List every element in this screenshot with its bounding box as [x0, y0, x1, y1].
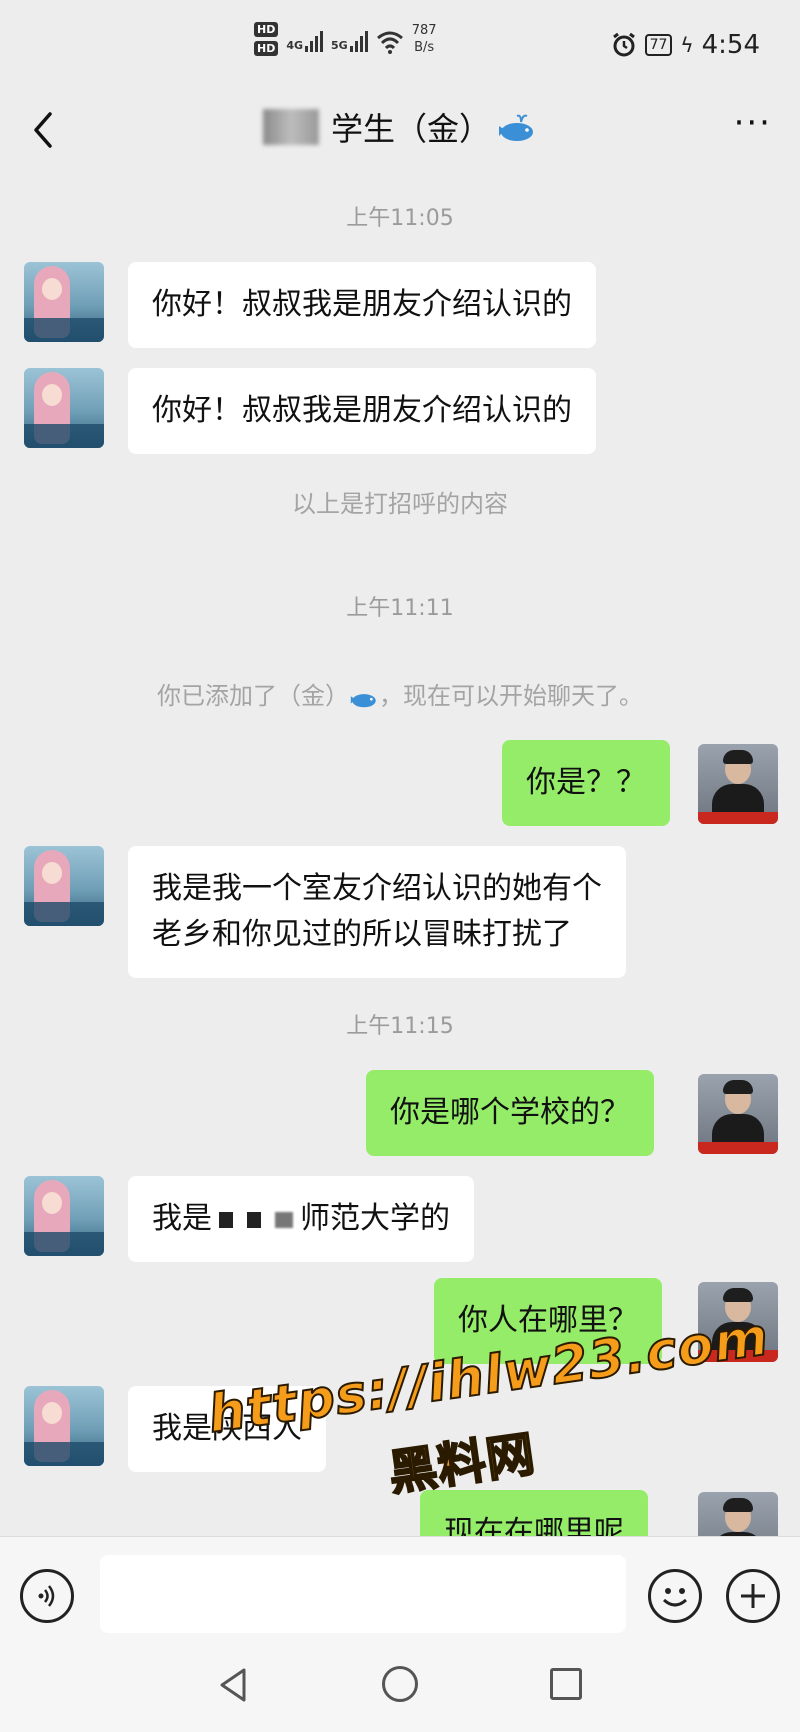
- plus-icon[interactable]: [726, 1569, 780, 1623]
- contact-avatar[interactable]: [24, 1176, 104, 1256]
- chat-title: 学生（金）: [0, 104, 800, 150]
- alarm-icon: [612, 32, 635, 57]
- charging-icon: ϟ: [680, 33, 694, 57]
- message-line: 老乡和你见过的所以冒昧打扰了: [152, 917, 572, 952]
- input-bar: [0, 1536, 800, 1648]
- signal-bars-icon: [349, 30, 368, 52]
- plus-glyph-icon: [741, 1584, 765, 1608]
- signal-5g: 5G: [331, 22, 368, 52]
- contact-avatar[interactable]: [24, 1386, 104, 1466]
- emoji-icon[interactable]: [648, 1569, 702, 1623]
- contact-avatar[interactable]: [24, 368, 104, 448]
- voice-wave-icon: [38, 1585, 55, 1607]
- network-speed: 787 B/s: [412, 22, 437, 56]
- incoming-message[interactable]: 你好！叔叔我是朋友介绍认识的: [128, 368, 596, 454]
- hd-indicators: HD HD: [254, 22, 279, 56]
- contact-name: 学生（金）: [330, 110, 491, 148]
- whale-icon: [350, 694, 376, 708]
- message-text: 我是: [152, 1201, 212, 1236]
- whale-icon: [499, 114, 533, 141]
- redacted-text: [275, 1211, 293, 1228]
- network-label: 5G: [331, 39, 348, 52]
- system-text: 你已添加了（金）: [157, 682, 349, 710]
- hd-badge: HD: [254, 22, 279, 37]
- redacted-text: [247, 1211, 261, 1228]
- redacted-name: [262, 109, 319, 145]
- outgoing-message[interactable]: 你是哪个学校的？: [366, 1070, 654, 1156]
- clock: 4:54: [701, 30, 760, 60]
- timestamp: 上午11:15: [346, 1014, 454, 1039]
- nav-back-icon[interactable]: [216, 1666, 250, 1704]
- incoming-message[interactable]: 我是我一个室友介绍认识的她有个 老乡和你见过的所以冒昧打扰了: [128, 846, 626, 978]
- system-nav-bar: [0, 1648, 800, 1732]
- system-message: 以上是打招呼的内容: [292, 490, 508, 518]
- speed-unit: B/s: [414, 40, 435, 55]
- timestamp: 上午11:11: [346, 596, 454, 621]
- battery-level: 77: [644, 34, 673, 56]
- system-text: ，现在可以开始聊天了。: [379, 682, 643, 710]
- status-right: 77 ϟ 4:54: [611, 30, 760, 60]
- redacted-text: [219, 1211, 233, 1228]
- smiley-face-icon: [662, 1588, 688, 1607]
- system-message: 你已添加了（金） ，现在可以开始聊天了。: [0, 676, 800, 711]
- timestamp: 上午11:05: [346, 206, 454, 231]
- wifi-icon: [376, 31, 403, 54]
- message-input[interactable]: [100, 1555, 626, 1633]
- message-text: 师范大学的: [300, 1201, 450, 1236]
- speed-value: 787: [411, 23, 437, 38]
- my-avatar[interactable]: [698, 744, 778, 824]
- more-icon[interactable]: ···: [734, 106, 772, 140]
- status-left: HD HD 4G 5G 787 B/s: [254, 22, 437, 56]
- outgoing-message[interactable]: 你是？？: [502, 740, 670, 826]
- signal-4g: 4G: [286, 22, 324, 52]
- nav-recent-apps-icon[interactable]: [550, 1668, 582, 1700]
- hd-badge: HD: [254, 41, 279, 56]
- signal-bars-icon: [305, 30, 324, 52]
- contact-avatar[interactable]: [24, 846, 104, 926]
- my-avatar[interactable]: [698, 1074, 778, 1154]
- network-label: 4G: [286, 39, 304, 52]
- voice-icon[interactable]: [20, 1569, 74, 1623]
- my-avatar[interactable]: [698, 1492, 778, 1536]
- incoming-message[interactable]: 你好！叔叔我是朋友介绍认识的: [128, 262, 596, 348]
- contact-avatar[interactable]: [24, 262, 104, 342]
- message-line: 我是我一个室友介绍认识的她有个: [152, 871, 602, 906]
- chat-header: 学生（金） ···: [0, 92, 800, 178]
- outgoing-message[interactable]: 现在在哪里呢: [420, 1490, 648, 1536]
- incoming-message[interactable]: 我是 师范大学的: [128, 1176, 474, 1262]
- status-bar: HD HD 4G 5G 787 B/s 77 ϟ 4:54: [0, 0, 800, 92]
- nav-home-icon[interactable]: [382, 1666, 418, 1702]
